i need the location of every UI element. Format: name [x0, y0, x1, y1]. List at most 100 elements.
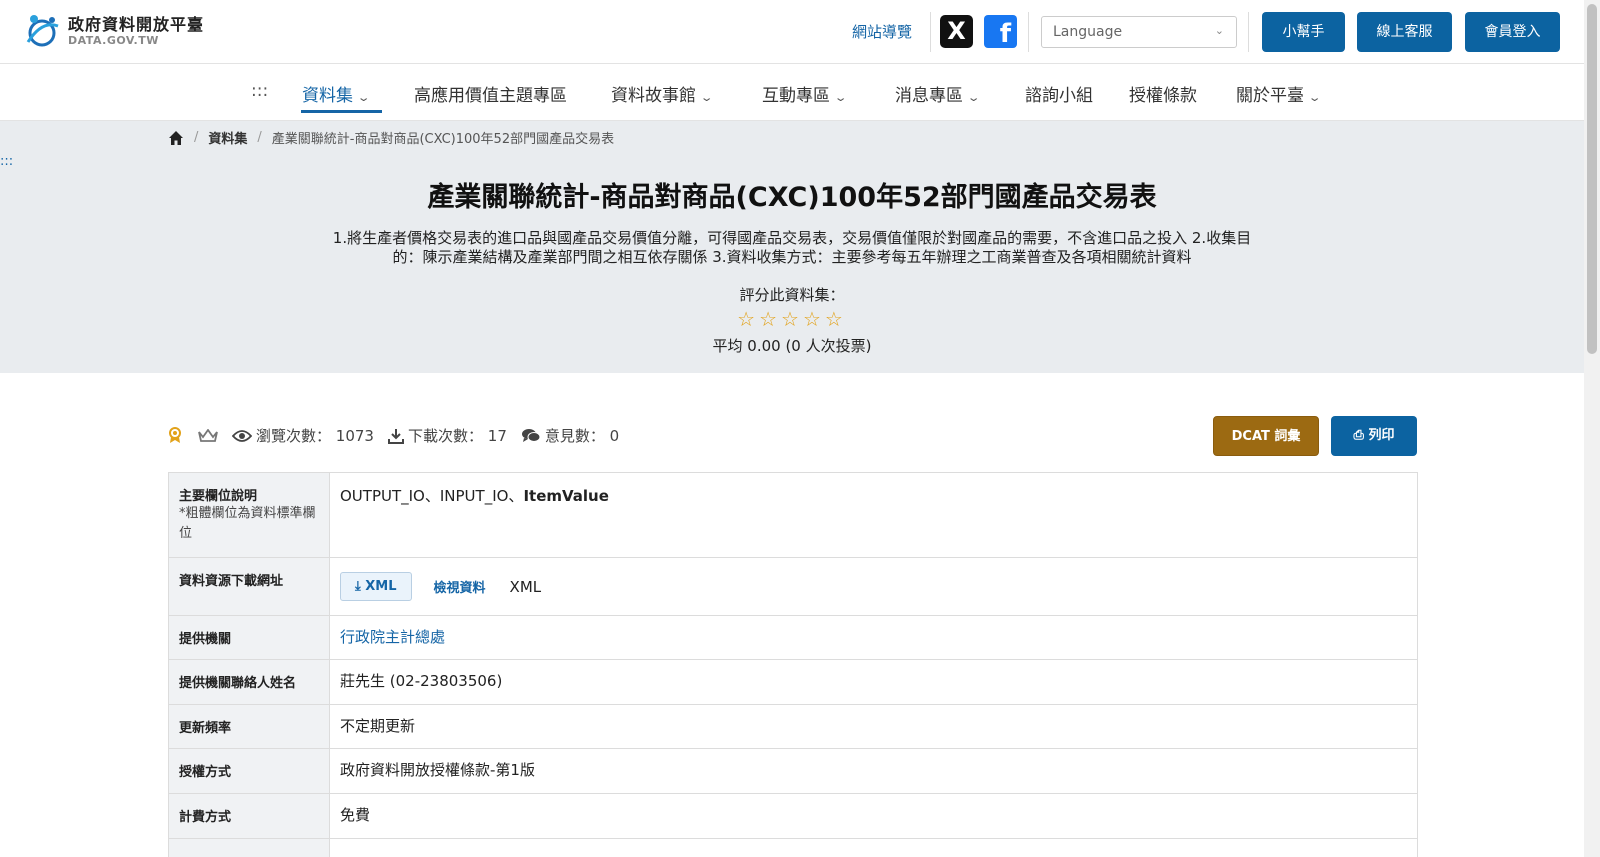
frequency-label: 更新頻率	[169, 705, 330, 748]
page-title: 產業關聯統計-商品對商品(CXC)100年52部門國產品交易表	[427, 182, 1157, 213]
comments-label: 意見數：	[544, 427, 605, 445]
nav-item-license[interactable]: 授權條款	[1129, 81, 1197, 106]
nav-item-high-value[interactable]: 高應用價值主題專區	[414, 81, 567, 106]
dataset-stats: 瀏覽次數： 1073 下載次數： 17 意見數： 0	[168, 425, 633, 446]
provider-link[interactable]: 行政院主計總處	[340, 628, 445, 646]
star-rating[interactable]: ☆☆☆☆☆	[0, 307, 1584, 331]
download-format: XML	[509, 577, 542, 596]
nav-item-label: 高應用價值主題專區	[414, 86, 567, 106]
nav-accesskey[interactable]: :::	[251, 81, 268, 101]
contact-value: 莊先生 (02-23803506)	[340, 672, 503, 690]
main-nav: ::: 資料集 ⌄ 高應用價值主題專區 資料故事館 ⌄ 互動專區 ⌄ 消息專區 ⌄ 諮詢…	[0, 64, 1584, 121]
crown-icon	[198, 428, 218, 443]
language-select[interactable]: Language ⌄	[1041, 16, 1237, 48]
download-icon	[387, 428, 404, 444]
nav-item-advisory[interactable]: 諮詢小組	[1025, 81, 1093, 106]
logo-subtitle: DATA.GOV.TW	[68, 34, 159, 47]
nav-item-label: 資料集	[302, 86, 353, 106]
breadcrumb-separator: /	[194, 130, 199, 145]
facebook-icon[interactable]: f	[984, 15, 1017, 48]
table-cell: OUTPUT_IO、INPUT_IO、ItemValue	[330, 473, 1417, 557]
language-select-value: Language	[1053, 24, 1123, 40]
online-service-button[interactable]: 線上客服	[1357, 12, 1452, 52]
breadcrumb-current: 產業關聯統計-商品對商品(CXC)100年52部門國產品交易表	[271, 132, 615, 147]
x-icon[interactable]: X	[940, 15, 973, 48]
chevron-down-icon: ⌄	[1307, 91, 1322, 104]
nav-item-label: 關於平臺	[1236, 86, 1304, 106]
dcat-button[interactable]: DCAT 詞彙	[1213, 416, 1319, 456]
fee-value: 免費	[340, 806, 371, 824]
xml-download-label: XML	[365, 579, 397, 594]
print-button[interactable]: ⎙ 列印	[1331, 416, 1417, 456]
nav-item-interactive[interactable]: 互動專區 ⌄	[762, 81, 848, 106]
eye-icon	[232, 429, 252, 443]
dataset-description: 1.將生產者價格交易表的進口品與國產品交易價值分離，可得國產品交易表，交易價值僅…	[332, 229, 1252, 266]
chevron-down-icon: ⌄	[356, 91, 371, 104]
nav-item-label: 互動專區	[762, 86, 830, 106]
downloads-label: 下載次數：	[407, 427, 483, 445]
chevron-down-icon: ⌄	[833, 91, 848, 104]
views-stat: 瀏覽次數： 1073	[232, 425, 374, 446]
views-count: 1073	[335, 426, 374, 445]
comments-count: 0	[609, 426, 620, 445]
fields-note: *粗體欄位為資料標準欄位	[179, 506, 316, 541]
printer-icon: ⎙	[1353, 428, 1364, 443]
xml-download-button[interactable]: ⤓ XML	[340, 572, 412, 601]
table-cell: 行政院主計總處	[330, 616, 1417, 659]
comments-stat: 意見數： 0	[521, 425, 619, 446]
table-row: 提供機關 行政院主計總處	[169, 616, 1417, 660]
fee-label: 計費方式	[169, 794, 330, 838]
nav-item-label: 消息專區	[895, 86, 963, 106]
nav-item-about[interactable]: 關於平臺 ⌄	[1236, 81, 1322, 106]
nav-item-news[interactable]: 消息專區 ⌄	[895, 81, 981, 106]
nav-active-indicator	[301, 110, 382, 113]
nav-item-datasets[interactable]: 資料集 ⌄	[302, 81, 371, 106]
nav-item-label: 資料故事館	[611, 86, 696, 106]
award-icon	[168, 427, 182, 444]
frequency-value: 不定期更新	[340, 717, 416, 735]
site-logo[interactable]: 政府資料開放平臺 DATA.GOV.TW	[22, 12, 204, 50]
view-data-link[interactable]: 檢視資料	[434, 577, 486, 596]
table-cell: ⤓ XML 檢視資料 XML	[330, 558, 1417, 615]
download-icon: ⤓	[355, 579, 361, 594]
fields-bold: ItemValue	[523, 487, 609, 505]
rating-label: 評分此資料集：	[739, 286, 845, 304]
license-label: 授權方式	[169, 749, 330, 793]
chevron-down-icon: ⌄	[699, 91, 714, 104]
table-row: 授權方式 政府資料開放授權條款-第1版	[169, 749, 1417, 794]
table-row: 更新頻率 不定期更新	[169, 705, 1417, 749]
table-row: 計費方式 免費	[169, 794, 1417, 839]
scrollbar-thumb[interactable]	[1587, 4, 1597, 354]
table-row: 主要欄位說明 *粗體欄位為資料標準欄位 OUTPUT_IO、INPUT_IO、I…	[169, 473, 1417, 558]
nav-item-label: 授權條款	[1129, 86, 1197, 106]
comments-icon	[521, 428, 541, 444]
table-row: 提供機關聯絡人姓名 莊先生 (02-23803506)	[169, 660, 1417, 705]
logo-icon	[26, 15, 59, 47]
helper-button[interactable]: 小幫手	[1262, 12, 1345, 52]
table-row: 資料資源下載網址 ⤓ XML 檢視資料 XML	[169, 558, 1417, 616]
member-login-button[interactable]: 會員登入	[1465, 12, 1560, 52]
page-scrollbar[interactable]	[1584, 0, 1600, 857]
dataset-hero: / 資料集 / 產業關聯統計-商品對商品(CXC)100年52部門國產品交易表 …	[0, 121, 1584, 373]
content-accesskey[interactable]: :::	[0, 154, 13, 169]
nav-item-label: 諮詢小組	[1025, 86, 1093, 106]
provider-label: 提供機關	[169, 616, 330, 659]
table-header-cell	[169, 839, 330, 857]
home-icon[interactable]	[168, 130, 184, 146]
divider	[930, 12, 931, 52]
table-cell	[330, 839, 1417, 857]
table-header-cell: 主要欄位說明 *粗體欄位為資料標準欄位	[169, 473, 330, 557]
divider	[1248, 12, 1249, 52]
fields-plain: OUTPUT_IO、INPUT_IO、	[340, 487, 524, 505]
breadcrumb-datasets[interactable]: 資料集	[208, 128, 247, 147]
nav-item-stories[interactable]: 資料故事館 ⌄	[611, 81, 714, 106]
print-button-label: 列印	[1368, 428, 1395, 443]
breadcrumb-separator: /	[257, 130, 262, 145]
sitemap-link[interactable]: 網站導覽	[852, 21, 912, 42]
breadcrumb: / 資料集 / 產業關聯統計-商品對商品(CXC)100年52部門國產品交易表	[168, 128, 614, 147]
downloads-stat: 下載次數： 17	[387, 425, 507, 446]
chevron-down-icon: ⌄	[1214, 24, 1224, 37]
views-label: 瀏覽次數：	[256, 427, 332, 445]
contact-label: 提供機關聯絡人姓名	[169, 660, 330, 704]
logo-title: 政府資料開放平臺	[68, 15, 205, 34]
